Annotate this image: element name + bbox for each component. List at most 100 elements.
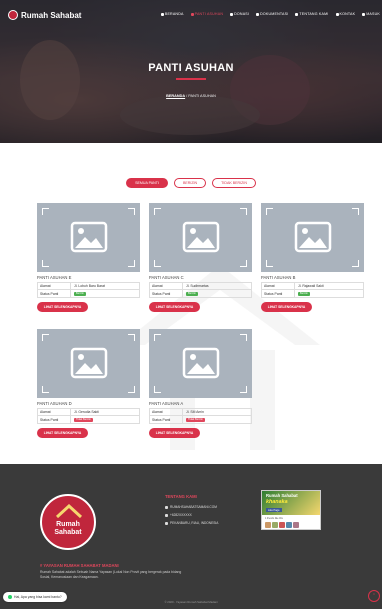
footer-logo: Rumah Sahabat	[40, 494, 96, 550]
breadcrumb-home-link[interactable]: BERANDA	[166, 94, 185, 98]
footer-description: Rumah Sahabat adalah Sebuah Nama Yayasan…	[40, 570, 182, 580]
avatar	[265, 522, 271, 528]
filter-all-button[interactable]: SEMUA PANTI	[126, 178, 168, 188]
card-info-table: Alamat Jl. Sudirmartas Status Panti Berizi…	[149, 282, 252, 298]
card-image-placeholder[interactable]	[261, 203, 364, 272]
image-placeholder-icon	[182, 221, 220, 253]
card-image-placeholder[interactable]	[149, 203, 252, 272]
nav-item-donasi[interactable]: DONASI	[230, 12, 249, 16]
address-value: Jl. Gerudia Sakti	[74, 410, 99, 414]
hero-banner: Rumah Sahabat BERANDA PANTI ASUHAN DONAS…	[0, 0, 382, 143]
avatar	[279, 522, 285, 528]
nav-label: DOKUMENTASI	[260, 12, 289, 16]
card-info-table: Alamat Jl. Rajawali Sakti Status Panti Ber…	[261, 282, 364, 298]
building-icon	[190, 12, 194, 16]
view-details-button[interactable]: LIHAT SELENGKAPNYA	[149, 302, 200, 312]
image-placeholder-icon	[294, 221, 332, 253]
address-label: Alamat	[150, 283, 183, 289]
card-info-table: Alamat Jl. SM Amin Status Panti Tidak Beri…	[149, 408, 252, 424]
contact-text: PEKANBARU, RIAU, INDONESIA	[170, 521, 219, 525]
nav-item-kontak[interactable]: KONTAK	[335, 12, 356, 16]
login-icon	[362, 12, 366, 16]
image-placeholder-icon	[70, 221, 108, 253]
address-value: Jl. Lobuh Baru Barat	[74, 284, 105, 288]
orphanage-card: PANTI ASUHAN D Alamat Jl. Gerudia Sakti S…	[37, 329, 140, 438]
nav-label: KONTAK	[339, 12, 356, 16]
contact-text: +6282XXXXXX	[170, 513, 192, 517]
status-label: Status Panti	[38, 290, 71, 297]
page: Rumah Sahabat BERANDA PANTI ASUHAN DONAS…	[0, 0, 382, 609]
status-badge: Tidak Berizin	[74, 417, 93, 422]
status-label: Status Panti	[38, 416, 71, 423]
view-details-button[interactable]: LIHAT SELENGKAPNYA	[37, 302, 88, 312]
address-value: Jl. Sudirmartas	[186, 284, 209, 288]
scroll-to-top-button[interactable]: ⌃	[368, 590, 380, 602]
breadcrumb-current: PANTI ASUHAN	[188, 94, 216, 98]
contact-text: RUMAHSAHABATSAMANI.COM	[170, 505, 217, 509]
whatsapp-chat-button[interactable]: Hai, Apa yang bisa kami bantu?	[3, 592, 67, 602]
address-value: Jl. SM Amin	[186, 410, 204, 414]
card-image-placeholder[interactable]	[149, 329, 252, 398]
image-icon	[256, 12, 260, 16]
filter-bar: SEMUA PANTI BERIZIN TIDAK BERIZIN	[0, 178, 382, 188]
footer: Rumah Sahabat # YAYASAN RUMAH SAHABAT MA…	[0, 464, 382, 609]
card-title: PANTI ASUHAN B	[261, 275, 296, 280]
footer-contact-phone[interactable]: +6282XXXXXX	[165, 513, 192, 517]
view-details-button[interactable]: LIHAT SELENGKAPNYA	[37, 428, 88, 438]
brand-logo-icon	[8, 10, 18, 20]
nav-label: BERANDA	[164, 12, 184, 16]
image-placeholder-icon	[182, 347, 220, 379]
status-badge: Berizin	[298, 291, 310, 296]
filter-unlicensed-button[interactable]: TIDAK BERIZIN	[212, 178, 256, 188]
main-nav: BERANDA PANTI ASUHAN DONASI DOKUMENTASI …	[160, 12, 380, 16]
brand-name: Rumah Sahabat	[21, 10, 82, 20]
facebook-avatars	[265, 522, 299, 528]
facebook-like-button[interactable]: Like Page	[266, 508, 282, 512]
phone-icon	[335, 12, 339, 16]
address-label: Alamat	[38, 283, 71, 289]
card-title: PANTI ASUHAN C	[149, 275, 184, 280]
house-roof-icon	[55, 504, 83, 518]
orphanage-card: PANTI ASUHAN B Alamat Jl. Rajawali Sakti …	[261, 203, 364, 312]
view-details-button[interactable]: LIHAT SELENGKAPNYA	[261, 302, 312, 312]
view-details-button[interactable]: LIHAT SELENGKAPNYA	[149, 428, 200, 438]
card-image-placeholder[interactable]	[37, 329, 140, 398]
footer-logo-line1: Rumah	[56, 521, 80, 528]
nav-item-beranda[interactable]: BERANDA	[160, 12, 184, 16]
address-label: Alamat	[150, 409, 183, 415]
chevron-up-icon: ⌃	[371, 593, 377, 599]
orphanage-card: PANTI ASUHAN A Alamat Jl. SM Amin Status …	[149, 329, 252, 438]
card-title: PANTI ASUHAN E	[37, 275, 72, 280]
avatar	[272, 522, 278, 528]
filter-licensed-button[interactable]: BERIZIN	[173, 178, 207, 188]
map-pin-icon	[165, 521, 168, 525]
status-label: Status Panti	[150, 416, 183, 423]
facebook-widget[interactable]: Rumah Sahabat khanaka Like Page 1 friend…	[261, 490, 321, 530]
card-image-placeholder[interactable]	[37, 203, 140, 272]
nav-label: PANTI ASUHAN	[194, 12, 224, 16]
address-label: Alamat	[262, 283, 295, 289]
footer-contact-website[interactable]: RUMAHSAHABATSAMANI.COM	[165, 505, 217, 509]
nav-item-dokumentasi[interactable]: DOKUMENTASI	[256, 12, 288, 16]
facebook-page-subtitle: khanaka	[266, 499, 288, 505]
page-title: PANTI ASUHAN	[148, 62, 234, 74]
nav-item-panti-asuhan[interactable]: PANTI ASUHAN	[190, 12, 224, 16]
nav-label: TENTANG KAMI	[299, 12, 329, 16]
status-label: Status Panti	[150, 290, 183, 297]
card-info-table: Alamat Jl. Lobuh Baru Barat Status Panti B…	[37, 282, 140, 298]
whatsapp-icon	[8, 595, 12, 599]
facebook-friends-text: 1 friends like this	[265, 517, 283, 520]
nav-item-tentang-kami[interactable]: TENTANG KAMI	[295, 12, 328, 16]
footer-contact-location: PEKANBARU, RIAU, INDONESIA	[165, 521, 218, 525]
orphanage-card: PANTI ASUHAN C Alamat Jl. Sudirmartas Sta…	[149, 203, 252, 312]
status-badge: Berizin	[186, 291, 198, 296]
nav-item-masuk[interactable]: MASUK	[362, 12, 380, 16]
orphanage-card: PANTI ASUHAN E Alamat Jl. Lobuh Baru Bara…	[37, 203, 140, 312]
phone-icon	[165, 513, 168, 517]
brand[interactable]: Rumah Sahabat	[8, 10, 81, 20]
status-label: Status Panti	[262, 290, 295, 297]
breadcrumb: BERANDA / PANTI ASUHAN	[0, 94, 382, 98]
address-label: Alamat	[38, 409, 71, 415]
status-badge: Berizin	[74, 291, 86, 296]
nav-label: DONASI	[234, 12, 250, 16]
